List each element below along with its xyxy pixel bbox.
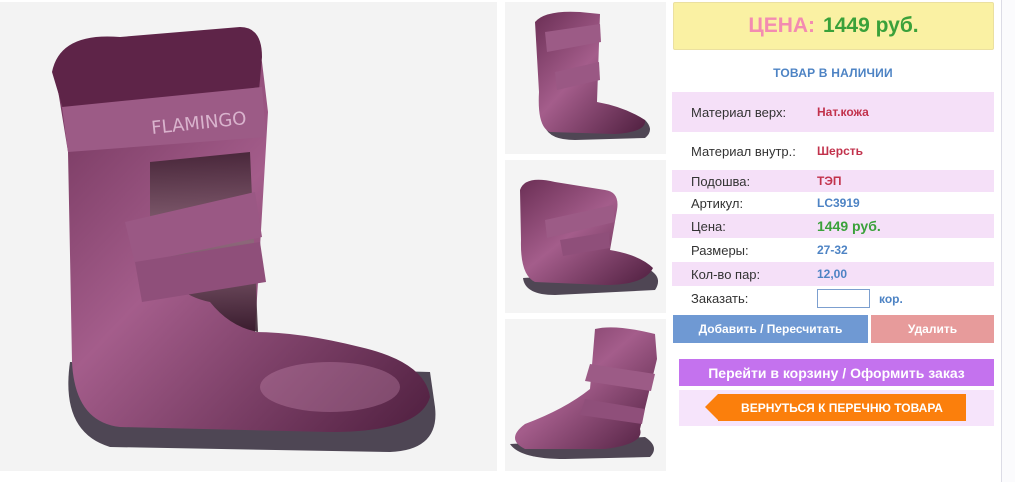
spec-label: Размеры: (691, 242, 749, 258)
thumbnail-1[interactable] (505, 2, 666, 154)
thumbnail-2[interactable] (505, 160, 666, 313)
price-banner: ЦЕНА: 1449 руб. (673, 2, 994, 50)
add-recalculate-button[interactable]: Добавить / Пересчитать (673, 315, 868, 343)
order-quantity-input[interactable] (817, 289, 870, 308)
order-label: Заказать: (691, 290, 749, 306)
spec-value: Нат.кожа (817, 105, 869, 119)
boot-image: FLAMINGO (0, 2, 497, 471)
go-to-cart-button[interactable]: Перейти в корзину / Оформить заказ (679, 359, 994, 386)
spec-row-article: Артикул: LC3919 (672, 192, 994, 214)
boot-thumbnail-image (505, 319, 666, 471)
product-info-panel: ЦЕНА: 1449 руб. ТОВАР В НАЛИЧИИ Материал… (672, 0, 1010, 482)
spec-value: 27-32 (817, 243, 848, 257)
spec-row-material-top: Материал верх: Нат.кожа (672, 92, 994, 132)
price-banner-label: ЦЕНА: (748, 14, 816, 37)
delete-button[interactable]: Удалить (871, 315, 994, 343)
spec-row-sole: Подошва: ТЭП (672, 170, 994, 192)
spec-value: 12,00 (817, 267, 848, 281)
spec-row-material-inner: Материал внутр.: Шерсть (672, 132, 994, 170)
right-edge-panel (1001, 0, 1015, 482)
spec-value: LC3919 (817, 196, 860, 210)
thumbnail-3[interactable] (505, 319, 666, 471)
spec-label: Кол-во пар: (691, 266, 761, 282)
price-banner-value: 1449 руб. (823, 14, 919, 37)
stock-status: ТОВАР В НАЛИЧИИ (773, 66, 893, 80)
back-to-list-button[interactable]: ВЕРНУТЬСЯ К ПЕРЕЧНЮ ТОВАРА (705, 394, 966, 421)
order-unit: кор. (879, 292, 903, 306)
spec-row-pairs: Кол-во пар: 12,00 (672, 262, 994, 286)
spec-row-sizes: Размеры: 27-32 (672, 238, 994, 262)
spec-label: Цена: (691, 218, 726, 234)
spec-value: 1449 руб. (817, 218, 881, 234)
spec-label: Артикул: (691, 195, 744, 211)
spec-label: Подошва: (691, 173, 751, 189)
spec-row-price: Цена: 1449 руб. (672, 214, 994, 238)
spec-label: Материал верх: (691, 104, 787, 120)
spec-value: ТЭП (817, 174, 842, 188)
back-button-area: ВЕРНУТЬСЯ К ПЕРЕЧНЮ ТОВАРА (679, 390, 994, 426)
boot-thumbnail-image (505, 2, 666, 154)
spec-label: Материал внутр.: (691, 143, 796, 159)
boot-thumbnail-image (505, 160, 666, 313)
product-page: FLAMINGO ЦЕНА: 1449 руб. ТОВАР В НАЛИЧИИ… (0, 0, 1015, 482)
spec-value: Шерсть (817, 144, 863, 158)
main-product-photo[interactable]: FLAMINGO (0, 2, 497, 471)
